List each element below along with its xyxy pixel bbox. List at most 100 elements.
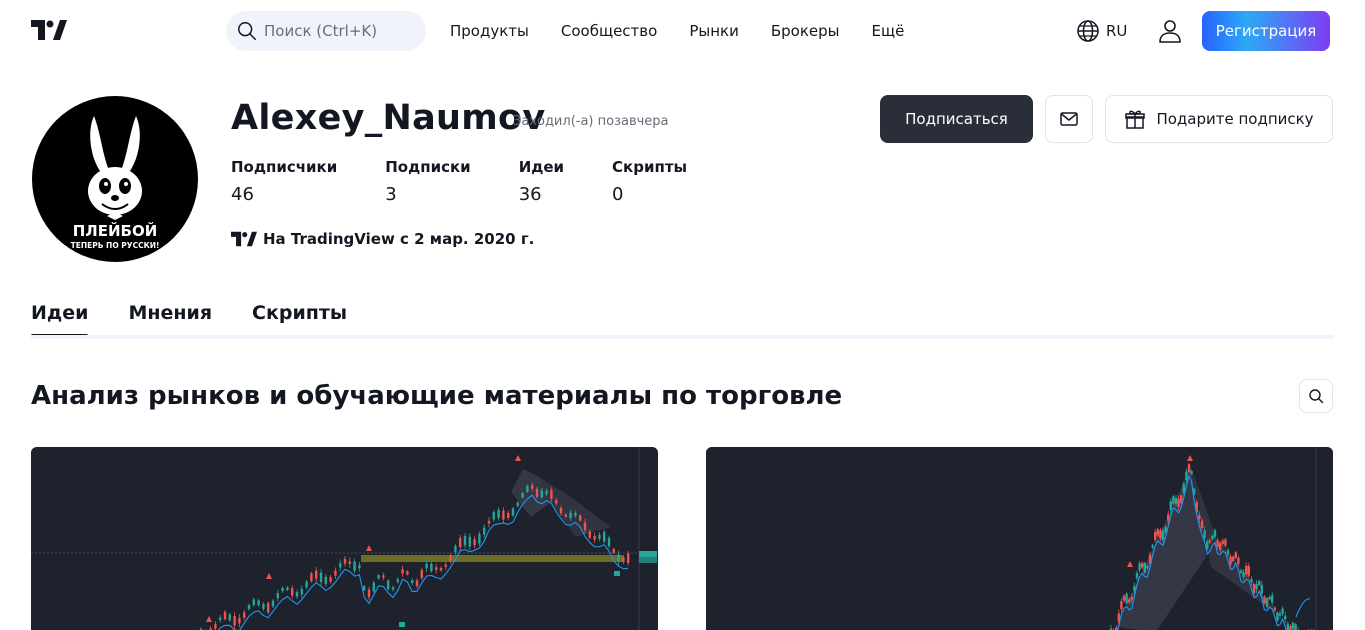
candle-body bbox=[1167, 514, 1170, 521]
candle-body bbox=[540, 490, 543, 498]
nav-markets[interactable]: Рынки bbox=[673, 11, 755, 51]
candle-body bbox=[502, 510, 505, 520]
joined-text: На TradingView с 2 мар. 2020 г. bbox=[263, 230, 535, 248]
candle-body bbox=[1172, 496, 1175, 504]
gift-subscription-button[interactable]: Подарите подписку bbox=[1105, 95, 1333, 143]
candle-body bbox=[1247, 565, 1250, 576]
stat-followers[interactable]: Подписчики 46 bbox=[231, 158, 337, 205]
language-label: RU bbox=[1106, 22, 1128, 40]
candle-body bbox=[555, 500, 558, 504]
candle-body bbox=[214, 624, 217, 629]
candle-body bbox=[247, 605, 251, 610]
tradingview-logo-icon[interactable] bbox=[31, 20, 67, 40]
nav-products[interactable]: Продукты bbox=[434, 11, 545, 51]
globe-icon bbox=[1077, 20, 1099, 42]
message-button[interactable] bbox=[1045, 95, 1093, 143]
search-input[interactable]: Поиск (Ctrl+K) bbox=[226, 11, 426, 51]
candle-body bbox=[315, 570, 318, 579]
candle-body bbox=[1232, 556, 1235, 561]
stat-ideas[interactable]: Идеи 36 bbox=[519, 158, 564, 205]
ideas-search-button[interactable] bbox=[1299, 379, 1333, 413]
idea-card[interactable] bbox=[31, 447, 658, 630]
candle-body bbox=[353, 561, 356, 571]
joined-date: На TradingView с 2 мар. 2020 г. bbox=[231, 230, 534, 248]
stat-following[interactable]: Подписки 3 bbox=[385, 158, 470, 205]
candle-body bbox=[569, 512, 572, 519]
tab-scripts[interactable]: Скрипты bbox=[252, 302, 347, 337]
language-selector[interactable]: RU bbox=[1076, 19, 1127, 43]
candle-body bbox=[343, 558, 347, 564]
candle-body bbox=[1250, 579, 1253, 583]
candle-body bbox=[612, 549, 615, 553]
candle-body bbox=[372, 582, 375, 592]
candle-body bbox=[617, 554, 620, 562]
candle-body bbox=[223, 611, 227, 620]
candle-body bbox=[1258, 581, 1261, 586]
candle-body bbox=[1234, 552, 1237, 558]
tab-opinions[interactable]: Мнения bbox=[128, 302, 212, 337]
candle-body bbox=[305, 581, 308, 588]
candle-body bbox=[310, 573, 313, 582]
candle-body bbox=[1273, 607, 1276, 611]
nav-community[interactable]: Сообщество bbox=[545, 11, 673, 51]
follow-button[interactable]: Подписаться bbox=[880, 95, 1033, 143]
candle-body bbox=[1138, 563, 1141, 571]
candle-body bbox=[1276, 612, 1279, 621]
idea-card[interactable] bbox=[706, 447, 1333, 630]
candle-body bbox=[1263, 596, 1266, 604]
signup-button[interactable]: Регистрация bbox=[1202, 11, 1330, 51]
candle-body bbox=[1156, 529, 1159, 536]
candle-body bbox=[348, 561, 351, 564]
user-icon[interactable] bbox=[1157, 18, 1183, 44]
candle-body bbox=[1289, 626, 1292, 630]
candle-body bbox=[454, 546, 457, 553]
candle-body bbox=[1268, 596, 1271, 600]
candle-body bbox=[1122, 596, 1126, 601]
candle-body bbox=[252, 599, 255, 606]
candle-body bbox=[329, 577, 332, 582]
candle-body bbox=[411, 580, 414, 583]
candle-body bbox=[1161, 530, 1165, 540]
candle-body bbox=[281, 587, 284, 592]
candle-body bbox=[367, 589, 371, 598]
candle-body bbox=[1125, 593, 1128, 604]
candle-body bbox=[401, 569, 404, 574]
candle-body bbox=[219, 617, 222, 621]
candle-body bbox=[1151, 545, 1154, 548]
candle-body bbox=[593, 535, 596, 540]
candle-body bbox=[526, 485, 529, 492]
nav-brokers[interactable]: Брокеры bbox=[755, 11, 856, 51]
candle-body bbox=[243, 612, 246, 618]
candle-body bbox=[535, 488, 539, 497]
candle-body bbox=[521, 493, 524, 498]
candle-body bbox=[439, 567, 443, 571]
top-navigation: Поиск (Ctrl+K) Продукты Сообщество Рынки… bbox=[0, 0, 1365, 62]
profile-stats: Подписчики 46 Подписки 3 Идеи 36 Скрипты… bbox=[231, 158, 735, 205]
candle-body bbox=[473, 539, 476, 546]
stat-value: 46 bbox=[231, 184, 254, 205]
tab-ideas[interactable]: Идеи bbox=[31, 302, 89, 337]
search-icon bbox=[238, 22, 256, 40]
candle-body bbox=[415, 580, 419, 587]
candle-body bbox=[1237, 557, 1240, 565]
stat-label: Скрипты bbox=[612, 158, 688, 176]
candle-body bbox=[507, 512, 510, 518]
stat-scripts[interactable]: Скрипты 0 bbox=[612, 158, 687, 205]
candle-body bbox=[1146, 565, 1149, 569]
candle-body bbox=[1245, 565, 1248, 575]
candle-body bbox=[406, 571, 409, 575]
idea-chart-preview bbox=[706, 447, 1333, 630]
candle-body bbox=[492, 512, 495, 520]
candle-body bbox=[1284, 615, 1287, 620]
candle-body bbox=[233, 616, 236, 626]
candle-body bbox=[1213, 530, 1217, 537]
candle-body bbox=[511, 508, 515, 516]
candle-body bbox=[1239, 570, 1243, 573]
nav-more[interactable]: Ещё bbox=[856, 11, 921, 51]
candle-body bbox=[1177, 499, 1180, 507]
candle-body bbox=[468, 536, 471, 547]
candle-body bbox=[334, 570, 337, 576]
candle-body bbox=[598, 534, 601, 539]
candle-body bbox=[271, 600, 275, 607]
candle-body bbox=[324, 576, 327, 584]
